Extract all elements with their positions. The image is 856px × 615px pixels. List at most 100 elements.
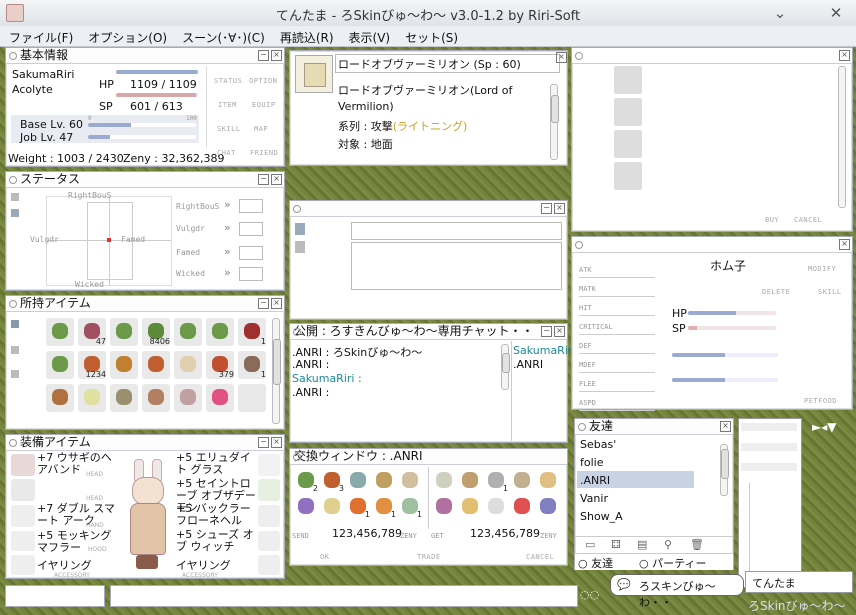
friends-scroll-thumb[interactable] — [721, 449, 729, 479]
shop-slot[interactable] — [614, 162, 642, 190]
minimize-chevron-icon[interactable]: ⌄ — [770, 3, 790, 23]
item-tab-use[interactable] — [11, 320, 19, 328]
skill-scrollbar[interactable] — [550, 84, 559, 160]
status-tab-a[interactable] — [11, 193, 19, 201]
earring-icon[interactable] — [11, 555, 35, 575]
trade-cancel-button[interactable]: CANCEL — [526, 553, 554, 561]
robe-icon[interactable] — [258, 479, 280, 501]
inventory-slot[interactable] — [174, 318, 202, 346]
shop-slot[interactable] — [614, 66, 642, 94]
menu-file[interactable]: ファイル(F) — [0, 26, 79, 46]
close-icon[interactable]: × — [271, 50, 282, 61]
trade-slot[interactable] — [536, 495, 560, 519]
close-icon[interactable]: × — [556, 52, 567, 63]
homunculus-skill-button[interactable]: SKILL — [818, 288, 842, 296]
friend-item[interactable]: folie — [580, 456, 603, 469]
glasses-icon[interactable] — [258, 454, 280, 476]
memo-icon[interactable]: ▤ — [637, 538, 647, 551]
close-icon[interactable]: × — [271, 298, 282, 309]
close-icon[interactable]: ✕ — [826, 3, 846, 23]
trade-slot[interactable]: 1 — [372, 495, 396, 519]
headgear-icon[interactable] — [11, 454, 35, 476]
friend-item[interactable]: Sebas' — [580, 438, 616, 451]
map-button[interactable]: MAP — [254, 125, 268, 133]
modify-button[interactable]: MODIFY — [808, 265, 836, 273]
shop-slot[interactable] — [614, 130, 642, 158]
shield-icon[interactable] — [258, 505, 280, 527]
inventory-slot[interactable] — [46, 318, 74, 346]
status-button[interactable]: STATUS — [214, 77, 242, 85]
inventory-slot[interactable]: 47 — [78, 318, 106, 346]
close-icon[interactable]: × — [720, 421, 731, 432]
increase-arrow-icon[interactable]: » — [224, 245, 231, 258]
chat-button[interactable]: CHAT — [217, 149, 236, 157]
increase-arrow-icon[interactable]: » — [224, 266, 231, 279]
close-icon[interactable]: × — [839, 239, 850, 250]
close-icon[interactable]: × — [271, 437, 282, 448]
item-tab-etc[interactable] — [11, 370, 19, 378]
npc-tab[interactable] — [295, 241, 305, 253]
empty-slot[interactable] — [11, 479, 35, 501]
trade-slot[interactable] — [346, 469, 370, 493]
friend-item[interactable]: .ANRI — [580, 474, 610, 487]
close-icon[interactable]: × — [554, 326, 565, 337]
chat-options-icon[interactable]: ◌◌ — [580, 588, 599, 601]
inventory-slot[interactable] — [174, 351, 202, 379]
minimize-icon[interactable]: − — [258, 174, 269, 185]
trade-button[interactable]: TRADE — [417, 553, 441, 561]
inventory-slot[interactable] — [46, 384, 74, 412]
equip-button[interactable]: EQUIP — [252, 101, 276, 109]
chat-input[interactable] — [110, 585, 578, 607]
inventory-slot[interactable] — [110, 318, 138, 346]
tab-friend[interactable]: ○ 友達 — [578, 555, 613, 571]
item-button[interactable]: ITEM — [218, 101, 237, 109]
minimize-icon[interactable]: − — [541, 203, 552, 214]
trade-slot[interactable]: 2 — [294, 469, 318, 493]
menu-view[interactable]: 表示(V) — [340, 26, 397, 46]
trade-slot[interactable]: 1 — [398, 495, 422, 519]
inventory-slot[interactable] — [46, 351, 74, 379]
trade-slot[interactable] — [432, 495, 456, 519]
inventory-slot[interactable]: 8406 — [142, 318, 170, 346]
chat-scrollbar[interactable] — [501, 344, 510, 390]
chat-member[interactable]: SakumaRiri — [513, 344, 575, 357]
tab-party[interactable]: ○ パーティー — [639, 555, 706, 571]
side-slot[interactable] — [741, 443, 797, 451]
inventory-slot[interactable] — [142, 351, 170, 379]
increase-arrow-icon[interactable]: » — [224, 198, 231, 211]
friends-scrollbar[interactable] — [720, 444, 729, 496]
increase-arrow-icon[interactable]: » — [224, 221, 231, 234]
inventory-slot[interactable] — [110, 384, 138, 412]
trade-slot[interactable] — [458, 469, 482, 493]
inventory-slot[interactable]: 1 — [238, 351, 266, 379]
inventory-slot[interactable] — [110, 351, 138, 379]
menu-option[interactable]: オプション(O) — [79, 26, 173, 46]
shop-scrollbar[interactable] — [838, 66, 846, 208]
item-scrollbar[interactable] — [272, 318, 281, 424]
buy-button[interactable]: BUY — [765, 216, 779, 224]
skill-button[interactable]: SKILL — [217, 125, 241, 133]
delete-button[interactable]: DELETE — [762, 288, 790, 296]
menu-set[interactable]: セット(S) — [396, 26, 464, 46]
chat-scroll-thumb[interactable] — [502, 353, 510, 373]
minimize-icon[interactable]: − — [258, 50, 269, 61]
weapon-icon[interactable] — [11, 505, 35, 527]
friend-button[interactable]: FRIEND — [250, 149, 278, 157]
earring-icon[interactable] — [258, 555, 280, 575]
shoes-icon[interactable] — [258, 531, 280, 551]
trade-slot[interactable] — [510, 495, 534, 519]
side-slot[interactable] — [741, 463, 797, 471]
inventory-slot[interactable] — [206, 318, 234, 346]
trade-slot[interactable] — [320, 495, 344, 519]
inventory-slot[interactable] — [206, 384, 234, 412]
trade-slot[interactable] — [294, 495, 318, 519]
minimize-icon[interactable]: − — [258, 298, 269, 309]
inventory-slot[interactable] — [142, 384, 170, 412]
petfood-button[interactable]: PETFOOD — [804, 397, 837, 405]
status-tab-b[interactable] — [11, 209, 19, 217]
trade-slot[interactable] — [372, 469, 396, 493]
skill-scroll-thumb[interactable] — [551, 95, 559, 123]
minimize-icon[interactable]: − — [258, 437, 269, 448]
inventory-slot[interactable]: 1234 — [78, 351, 106, 379]
menu-soon[interactable]: スーン(･∀･)(C) — [173, 26, 271, 46]
